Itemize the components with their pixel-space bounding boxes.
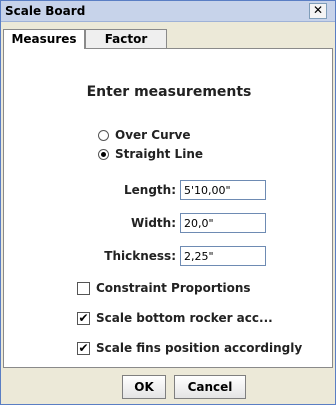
- scale-fins-checkbox[interactable]: ✔: [77, 340, 90, 355]
- measures-panel: Enter measurements Over Curve Straight L…: [3, 48, 333, 368]
- close-icon: ✕: [312, 3, 324, 17]
- checkmark-icon: ✔: [78, 340, 89, 355]
- thickness-label: Thickness:: [104, 249, 176, 263]
- scale-board-window: Scale Board ✕ Measures Factor Enter meas…: [0, 0, 336, 405]
- checkmark-icon: ✔: [78, 310, 89, 325]
- scale-fins-label: Scale fins position accordingly: [96, 341, 303, 355]
- constraint-proportions-label: Constraint Proportions: [96, 281, 251, 295]
- over-curve-label: Over Curve: [115, 128, 191, 142]
- straight-line-radio[interactable]: [98, 148, 109, 160]
- scale-fins-option[interactable]: ✔ Scale fins position accordingly: [77, 340, 302, 356]
- measurements-heading: Enter measurements: [86, 84, 252, 100]
- thickness-input[interactable]: [180, 246, 266, 266]
- cancel-button[interactable]: Cancel: [174, 375, 246, 399]
- width-input[interactable]: [180, 213, 266, 233]
- straight-line-label: Straight Line: [115, 147, 203, 161]
- length-label-row: Length:: [104, 181, 176, 201]
- constraint-proportions-checkbox[interactable]: [77, 281, 90, 295]
- thickness-label-row: Thickness:: [94, 247, 176, 267]
- ok-button[interactable]: OK: [122, 375, 166, 399]
- option-straight-line[interactable]: Straight Line: [98, 146, 203, 162]
- length-label: Length:: [124, 183, 176, 197]
- tab-measures[interactable]: Measures: [3, 29, 85, 49]
- window-title: Scale Board: [5, 4, 86, 18]
- tab-factor[interactable]: Factor: [85, 29, 167, 48]
- scale-bottom-rocker-label: Scale bottom rocker acc...: [96, 311, 273, 325]
- scale-bottom-rocker-option[interactable]: ✔ Scale bottom rocker acc...: [77, 310, 273, 326]
- length-input[interactable]: [180, 180, 266, 200]
- scale-bottom-rocker-checkbox[interactable]: ✔: [77, 310, 90, 325]
- over-curve-radio[interactable]: [98, 129, 109, 141]
- dialog-footer: OK Cancel: [3, 368, 333, 402]
- option-over-curve[interactable]: Over Curve: [98, 127, 191, 143]
- title-bar[interactable]: Scale Board ✕: [1, 1, 335, 22]
- width-label-row: Width:: [104, 214, 176, 234]
- constraint-proportions-option[interactable]: Constraint Proportions: [77, 280, 251, 296]
- width-label: Width:: [130, 216, 176, 230]
- close-button[interactable]: ✕: [309, 3, 327, 19]
